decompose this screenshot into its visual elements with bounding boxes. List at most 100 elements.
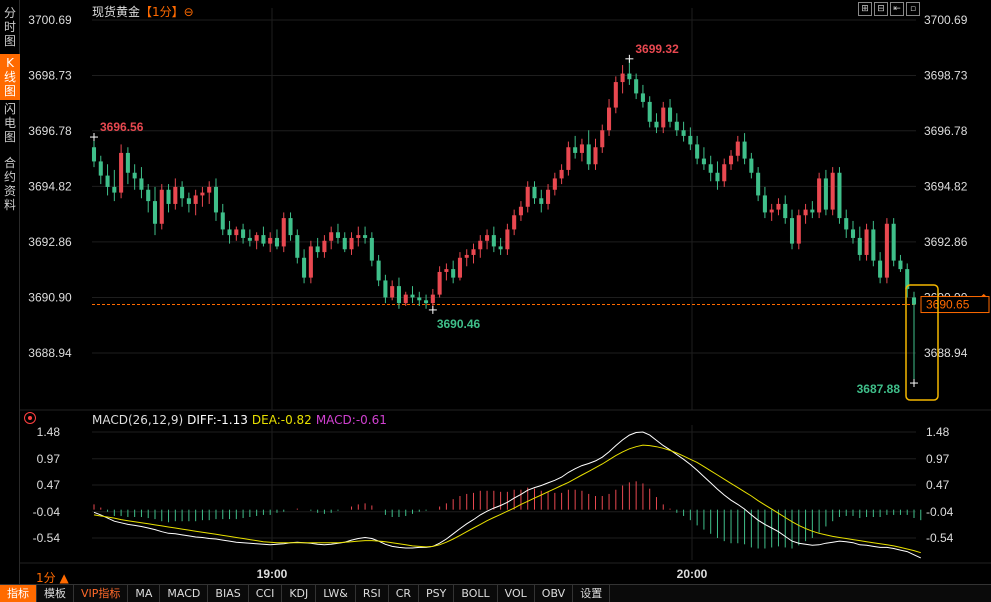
indicator-tab-设置[interactable]: 设置 (573, 584, 611, 602)
indicator-tab-模板[interactable]: 模板 (37, 584, 74, 602)
candle-body (207, 186, 212, 193)
candle-body (200, 192, 205, 196)
indicator-tab-BOLL[interactable]: BOLL (454, 584, 498, 602)
candle-body (302, 257, 307, 278)
candle-body (125, 152, 130, 173)
candle-body (518, 206, 523, 216)
candle-body (396, 286, 401, 304)
indicator-tab-VIP指标[interactable]: VIP指标 (74, 584, 129, 602)
candle-body (180, 186, 185, 199)
candle-body (254, 235, 259, 241)
zoom-in-icon[interactable]: ⊞ (858, 2, 872, 16)
price-label-left: 3692.86 (28, 235, 72, 249)
candle-body (227, 229, 232, 236)
zoom-out-icon[interactable]: ⊟ (874, 2, 888, 16)
candle-body (159, 189, 164, 224)
indicator-tabbar: 指标 模板 VIP指标 MA MACD BIAS CCI KDJ LW& RSI CR PSY BOLL… (0, 584, 991, 602)
candle-body (769, 209, 774, 213)
candle-body (390, 286, 395, 298)
candle-body (457, 257, 462, 278)
price-label-right: 3694.82 (924, 179, 968, 193)
candle-body (315, 246, 320, 253)
candle-body (464, 254, 469, 258)
extreme-label: 3699.32 (635, 42, 679, 56)
candle-body (796, 215, 801, 244)
candle-body (884, 223, 889, 278)
candle-body (613, 82, 618, 108)
extreme-label: 3696.56 (100, 120, 144, 134)
candle-body (586, 144, 591, 165)
candle-body (546, 189, 551, 204)
candle-body (186, 198, 191, 204)
indicator-tab-LW&[interactable]: LW& (316, 584, 356, 602)
candle-body (437, 271, 442, 295)
indicator-tab-指标[interactable]: 指标 (0, 584, 37, 602)
price-label-right: 3700.69 (924, 13, 968, 27)
macd-toggle-icon[interactable] (24, 412, 36, 424)
macd-legend: MACD(26,12,9) DIFF:-1.13 DEA:-0.82 MACD:-0.… (92, 413, 391, 427)
candle-body (112, 186, 117, 193)
indicator-tab-CR[interactable]: CR (389, 584, 420, 602)
candle-body (607, 107, 612, 131)
candle-body (403, 294, 408, 304)
candle-body (803, 209, 808, 216)
indicator-tab-RSI[interactable]: RSI (356, 584, 389, 602)
candle-body (491, 235, 496, 247)
candle-body (620, 73, 625, 83)
candle-body (823, 178, 828, 210)
candle-body (268, 237, 273, 244)
indicator-tab-PSY[interactable]: PSY (419, 584, 455, 602)
candle-body (674, 121, 679, 131)
candle-body (471, 249, 476, 255)
fit-icon[interactable]: ⇤ (890, 2, 904, 16)
price-label-right: 3688.94 (924, 346, 968, 360)
candle-body (308, 246, 313, 278)
macd-diff: DIFF:-1.13 (187, 413, 248, 427)
candle-body (525, 186, 530, 207)
candle-body (478, 240, 483, 250)
candle-body (776, 203, 781, 210)
indicator-tab-CCI[interactable]: CCI (249, 584, 283, 602)
candle-body (91, 147, 97, 162)
candle-body (600, 130, 605, 148)
macd-label-left: 0.47 (37, 478, 61, 492)
candle-body (756, 172, 761, 196)
macd-label-right: -0.04 (926, 505, 954, 519)
settings-icon[interactable]: ▫ (906, 2, 920, 16)
indicator-tab-KDJ[interactable]: KDJ (282, 584, 317, 602)
candle-body (295, 235, 300, 258)
candle-body (654, 121, 659, 128)
chart-toolbar: ⊞ ⊟ ⇤ ▫ (858, 2, 920, 16)
candle-body (864, 229, 869, 255)
candle-body (485, 235, 490, 241)
chart-canvas: 3700.69 3700.69 3698.73 3698.73 3696.78 3696.… (20, 8, 991, 581)
candle-body (850, 229, 856, 238)
indicator-tab-MACD[interactable]: MACD (160, 584, 209, 602)
candle-body (640, 93, 645, 102)
price-label-right: 3698.73 (924, 69, 968, 83)
period-toggle-icon[interactable]: ⊖ (184, 5, 194, 19)
candle-body (647, 101, 652, 122)
extreme-label: 3687.88 (857, 382, 901, 396)
candle-body (444, 269, 449, 272)
indicator-tab-OBV[interactable]: OBV (535, 584, 574, 602)
candle-body (715, 172, 720, 182)
indicator-tab-BIAS[interactable]: BIAS (208, 584, 249, 602)
candle-body (539, 198, 544, 204)
period-label[interactable]: 【1分】 (140, 5, 184, 19)
candle-body (749, 158, 754, 173)
candle-body (193, 195, 198, 204)
candle-body (241, 229, 246, 238)
candle-body (213, 186, 219, 213)
candle-body (579, 144, 584, 153)
indicator-tab-VOL[interactable]: VOL (498, 584, 535, 602)
indicator-tab-MA[interactable]: MA (128, 584, 161, 602)
price-label-left: 3690.90 (28, 290, 72, 304)
macd-label-right: 0.47 (926, 478, 950, 492)
candle-body (573, 147, 578, 153)
candle-body (119, 152, 124, 193)
macd-label-left: 1.48 (37, 425, 61, 439)
candle-body (817, 178, 822, 213)
candle-body (532, 186, 537, 199)
candle-body (132, 172, 137, 179)
